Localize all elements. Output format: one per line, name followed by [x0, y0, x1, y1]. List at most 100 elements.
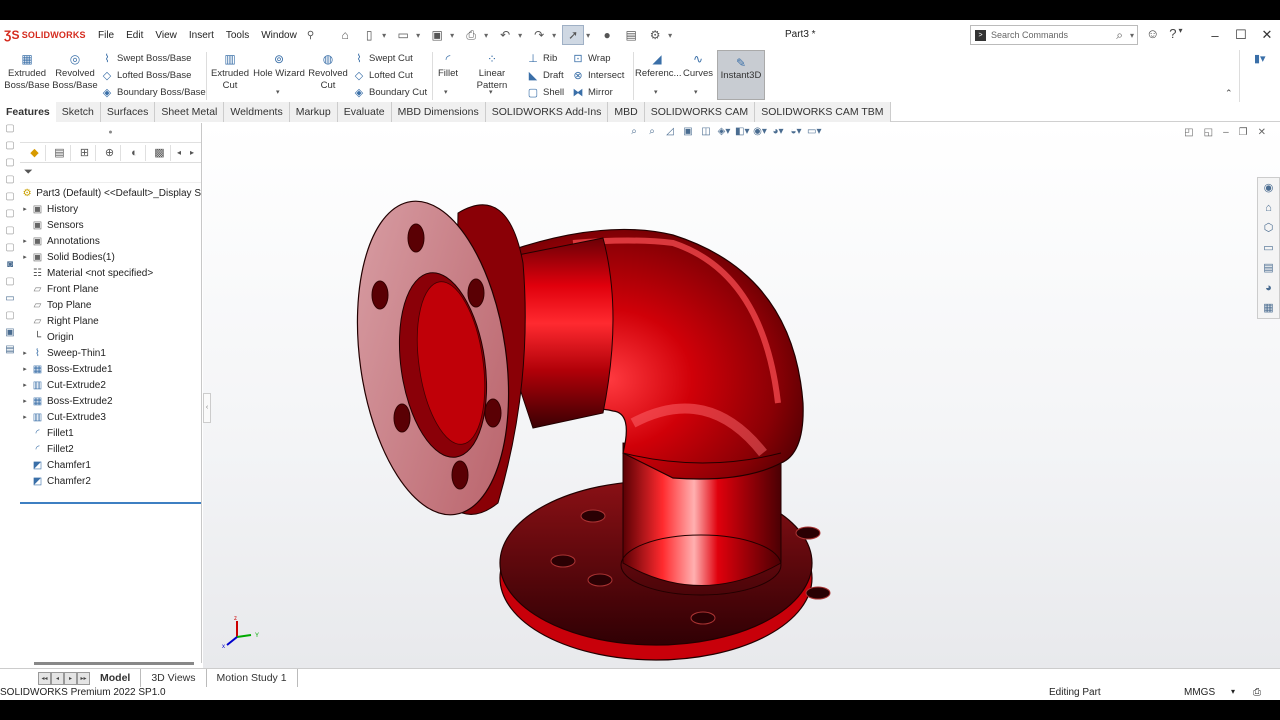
linear-pattern-button[interactable]: ⁘ Linear Pattern [463, 53, 521, 92]
hole-wizard-dropdown[interactable]: ▾ [276, 88, 280, 96]
menu-edit[interactable]: Edit [120, 30, 149, 41]
expand-icon[interactable]: ▸ [20, 365, 30, 373]
tree-item-solid-bodies[interactable]: ▸ ▣ Solid Bodies(1) [20, 249, 201, 265]
configuration-manager-tab-icon[interactable]: ⊞ [74, 144, 96, 161]
extruded-cut-button[interactable]: ▥ Extruded Cut [208, 53, 252, 92]
scenes-icon[interactable]: ◕ [1258, 278, 1279, 298]
redo-icon[interactable]: ↷ [528, 25, 550, 45]
tab-surfaces[interactable]: Surfaces [100, 102, 156, 122]
tab-weldments[interactable]: Weldments [224, 102, 290, 122]
instant3d-button[interactable]: ✎ Instant3D [717, 50, 765, 100]
tab-markup[interactable]: Markup [289, 102, 338, 122]
feature-tree-scrollbar[interactable] [34, 662, 194, 665]
boundary-cut-button[interactable]: ◈ Boundary Cut [352, 84, 427, 101]
select-cursor-icon[interactable]: ➚ [562, 25, 585, 45]
design-library-icon[interactable]: ⌂ [1258, 198, 1279, 218]
strip-icon-1[interactable]: ▢ [0, 123, 20, 140]
tree-item-cut-extrude3[interactable]: ▸ ▥ Cut-Extrude3 [20, 409, 201, 425]
tab-3d-views[interactable]: 3D Views [141, 668, 207, 688]
tree-item-sensors[interactable]: ▣ Sensors [20, 217, 201, 233]
chevron-down-icon[interactable]: ▾ [1130, 31, 1134, 40]
expand-icon[interactable]: ▸ [20, 349, 30, 357]
tab-sheet-metal[interactable]: Sheet Metal [155, 102, 225, 122]
lofted-cut-button[interactable]: ◇ Lofted Cut [352, 67, 413, 84]
cam-tab-icon[interactable]: ▩ [149, 144, 171, 161]
boundary-boss-button[interactable]: ◈ Boundary Boss/Base [100, 84, 206, 101]
mirror-button[interactable]: ⧓ Mirror [571, 84, 613, 101]
unit-dropdown-icon[interactable]: ▾ [1231, 687, 1235, 696]
tree-item-material[interactable]: ☷ Material <not specified> [20, 265, 201, 281]
menu-insert[interactable]: Insert [183, 30, 220, 41]
pin-icon[interactable]: ⚲ [307, 30, 314, 41]
panel-grip[interactable]: ● [20, 123, 201, 143]
solidworks-logo[interactable]: ƷS SOLIDWORKS [0, 28, 90, 42]
tree-item-fillet1[interactable]: ◜ Fillet1 [20, 425, 201, 441]
tree-item-top-plane[interactable]: ▱ Top Plane [20, 297, 201, 313]
tree-root[interactable]: ⚙ Part3 (Default) <<Default>_Display S [20, 185, 201, 201]
reference-geometry-dropdown[interactable]: ▾ [654, 88, 658, 96]
rebuild-icon[interactable]: ⎙ [1253, 687, 1261, 698]
expand-icon[interactable]: ▸ [20, 253, 30, 261]
tree-item-boss-extrude1[interactable]: ▸ ▦ Boss-Extrude1 [20, 361, 201, 377]
hole-wizard-button[interactable]: ⊚ Hole Wizard [253, 53, 305, 80]
tab-motion-study-1[interactable]: Motion Study 1 [207, 668, 298, 688]
swept-cut-button[interactable]: ⌇ Swept Cut [352, 50, 413, 67]
print-icon[interactable]: ⎙ [460, 25, 482, 45]
dimxpert-tab-icon[interactable]: ⊕ [99, 144, 121, 161]
maximize-icon[interactable]: ☐ [1228, 20, 1254, 50]
tree-item-right-plane[interactable]: ▱ Right Plane [20, 313, 201, 329]
traffic-light-icon[interactable]: ● [596, 25, 618, 45]
strip-icon-6[interactable]: ▢ [0, 208, 20, 225]
tree-item-annotations[interactable]: ▸ ▣ Annotations [20, 233, 201, 249]
strip-icon-12[interactable]: ▢ [0, 310, 20, 327]
tab-solidworks-cam-tbm[interactable]: SOLIDWORKS CAM TBM [755, 102, 891, 122]
reference-geometry-button[interactable]: ◢ Referenc... [635, 53, 681, 80]
strip-icon-14[interactable]: ▤ [0, 344, 20, 361]
draft-button[interactable]: ◣ Draft [526, 67, 564, 84]
expand-icon[interactable]: ▸ [20, 205, 30, 213]
search-commands-input[interactable]: > Search Commands ⌕ ▾ [970, 25, 1138, 45]
menu-file[interactable]: File [92, 30, 120, 41]
open-folder-icon[interactable]: ▭ [392, 25, 414, 45]
tree-item-fillet2[interactable]: ◜ Fillet2 [20, 441, 201, 457]
menu-window[interactable]: Window [255, 30, 303, 41]
next-tab-icon[interactable]: ▸ [64, 671, 77, 685]
strip-icon-4[interactable]: ▢ [0, 174, 20, 191]
new-document-icon[interactable]: ▯ [358, 25, 380, 45]
rollback-bar[interactable] [20, 502, 201, 504]
expand-icon[interactable]: ▸ [20, 237, 30, 245]
search-icon[interactable]: ⌕ [1116, 28, 1123, 43]
shell-button[interactable]: ▢ Shell [526, 84, 564, 101]
file-properties-icon[interactable]: ▤ [620, 25, 642, 45]
linear-pattern-dropdown[interactable]: ▾ [489, 88, 493, 96]
tab-sketch[interactable]: Sketch [55, 102, 101, 122]
fillet-button[interactable]: ◜ Fillet [434, 53, 462, 80]
last-tab-icon[interactable]: ▸▸ [77, 671, 90, 685]
tree-item-front-plane[interactable]: ▱ Front Plane [20, 281, 201, 297]
strip-icon-5[interactable]: ▢ [0, 191, 20, 208]
tree-item-origin[interactable]: └ Origin [20, 329, 201, 345]
home-icon[interactable]: ⌂ [334, 25, 356, 45]
expand-icon[interactable]: ▸ [20, 381, 30, 389]
first-tab-icon[interactable]: ◂◂ [38, 671, 51, 685]
wrap-button[interactable]: ⊡ Wrap [571, 50, 610, 67]
undo-icon[interactable]: ↶ [494, 25, 516, 45]
lofted-boss-button[interactable]: ◇ Lofted Boss/Base [100, 67, 192, 84]
collapse-ribbon-icon[interactable]: ⌃ [1225, 88, 1233, 99]
filter-icon[interactable]: ⏷ [20, 163, 201, 183]
strip-icon-2[interactable]: ▢ [0, 140, 20, 157]
tree-item-cut-extrude2[interactable]: ▸ ▥ Cut-Extrude2 [20, 377, 201, 393]
options-gear-icon[interactable]: ⚙ [644, 25, 666, 45]
intersect-button[interactable]: ⊗ Intersect [571, 67, 624, 84]
graphics-area[interactable]: ⌕ ⌕ ◿ ▣ ◫ ◈▾ ◧▾ ◉▾ ◕▾ ◒▾ ▭▾ ◰ ◱ – ❐ ✕ ‹ [203, 123, 1280, 668]
strip-icon-10[interactable]: ▢ [0, 276, 20, 293]
unit-system[interactable]: MMGS [1184, 687, 1215, 698]
tab-mbd[interactable]: MBD [608, 102, 645, 122]
property-manager-tab-icon[interactable]: ▤ [49, 144, 71, 161]
minimize-icon[interactable]: – [1202, 20, 1228, 50]
tab-solidworks-add-ins[interactable]: SOLIDWORKS Add-Ins [485, 102, 609, 122]
tree-item-history[interactable]: ▸ ▣ History [20, 201, 201, 217]
tab-scroll-right-icon[interactable]: ▸ [187, 145, 197, 161]
expand-icon[interactable]: ▸ [20, 413, 30, 421]
revolved-cut-button[interactable]: ◍ Revolved Cut [306, 53, 350, 92]
